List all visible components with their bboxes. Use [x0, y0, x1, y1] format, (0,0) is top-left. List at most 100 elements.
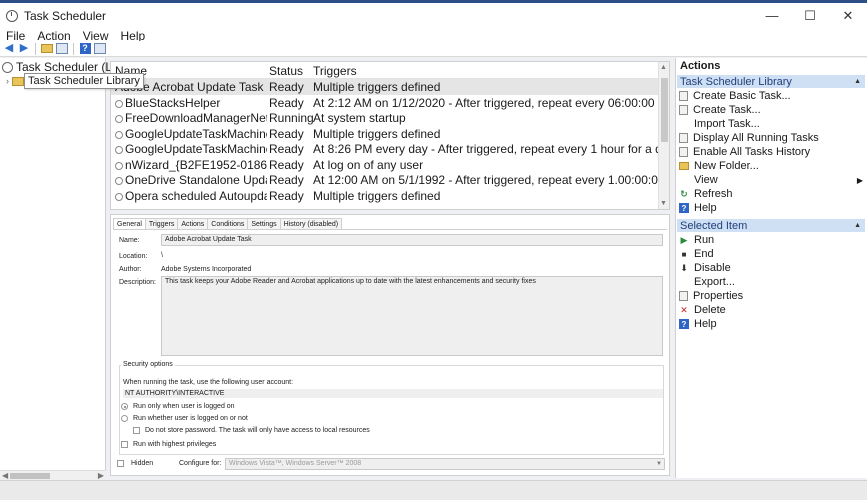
scroll-left-icon[interactable]: ◀: [2, 471, 8, 480]
table-row[interactable]: OneDrive Standalone Update ... Ready At …: [111, 172, 659, 188]
column-header-status[interactable]: Status: [269, 64, 303, 78]
scroll-thumb[interactable]: [10, 473, 50, 479]
table-row[interactable]: nWizard_{B2FE1952-0186-46C... Ready At l…: [111, 157, 659, 173]
action-label: Export...: [694, 276, 735, 288]
action-properties[interactable]: Properties: [679, 289, 743, 303]
action-pane-icon: [94, 43, 106, 54]
tab-settings[interactable]: Settings: [247, 218, 281, 229]
description-label: Description:: [119, 279, 156, 286]
clock-icon: [2, 61, 13, 73]
toolbar-separator: [35, 42, 36, 55]
run-logged-on-radio[interactable]: [121, 403, 128, 410]
action-label: New Folder...: [694, 160, 759, 172]
help-icon: ?: [679, 203, 689, 213]
scroll-up-icon[interactable]: ▲: [660, 64, 667, 71]
security-options-title: Security options: [121, 361, 175, 368]
section-label: Task Scheduler Library: [680, 75, 792, 88]
up-folder-button[interactable]: [41, 43, 53, 55]
window-controls: — ☐ ✕: [753, 3, 867, 28]
toolbar: ◀ ▶ ?: [0, 41, 867, 57]
location-value: \: [161, 252, 163, 259]
tree-item-task-scheduler-library[interactable]: ›: [6, 76, 24, 86]
tab-history[interactable]: History (disabled): [279, 218, 343, 229]
table-row[interactable]: Adobe Acrobat Update Task Ready Multiple…: [111, 79, 659, 95]
scroll-down-icon[interactable]: ▼: [660, 200, 667, 207]
action-label: Display All Running Tasks: [693, 132, 819, 144]
section-task-scheduler-library[interactable]: Task Scheduler Library ▲: [677, 75, 865, 88]
create-basic-task-icon: [679, 91, 688, 101]
action-create-task[interactable]: Create Task...: [679, 103, 761, 117]
action-label: Properties: [693, 290, 744, 302]
action-refresh[interactable]: ↻ Refresh: [679, 187, 732, 201]
configure-for-select[interactable]: Windows Vista™, Windows Server™ 2008 ▼: [225, 458, 665, 470]
task-clock-icon: [115, 161, 123, 170]
task-status: Ready: [269, 126, 304, 141]
section-selected-item[interactable]: Selected Item ▲: [677, 219, 865, 232]
action-label: Create Task...: [693, 104, 761, 116]
column-header-triggers[interactable]: Triggers: [313, 64, 357, 78]
action-disable[interactable]: ⬇ Disable: [679, 261, 730, 275]
tab-general[interactable]: General: [113, 218, 146, 229]
action-help[interactable]: ? Help: [679, 201, 717, 215]
name-field[interactable]: Adobe Acrobat Update Task: [161, 234, 663, 246]
collapse-caret-icon[interactable]: ▲: [854, 78, 861, 85]
run-whether-label: Run whether user is logged on or not: [133, 415, 248, 422]
console-tree-icon: [56, 43, 68, 54]
table-row[interactable]: GoogleUpdateTaskMachineUA Ready At 8:26 …: [111, 141, 659, 157]
create-task-icon: [679, 105, 688, 115]
run-whether-radio[interactable]: [121, 415, 128, 422]
task-clock-icon: [115, 192, 123, 201]
action-export[interactable]: Export...: [679, 275, 735, 289]
action-run[interactable]: ▶ Run: [679, 233, 715, 247]
maximize-button[interactable]: ☐: [791, 3, 829, 28]
action-display-running-tasks[interactable]: Display All Running Tasks: [679, 131, 819, 145]
task-triggers: At system startup: [313, 111, 406, 125]
task-name: GoogleUpdateTaskMachineCore: [125, 126, 267, 141]
action-label: View: [694, 174, 718, 186]
description-field[interactable]: This task keeps your Adobe Reader and Ac…: [161, 276, 663, 356]
help-button[interactable]: ?: [79, 43, 91, 55]
expand-arrow-icon[interactable]: ›: [6, 76, 9, 86]
task-triggers: At 12:00 AM on 5/1/1992 - After triggere…: [313, 173, 659, 187]
task-list: Name Status Triggers Adobe Acrobat Updat…: [110, 61, 670, 210]
action-new-folder[interactable]: New Folder...: [679, 159, 759, 173]
library-folder-icon: [12, 76, 24, 86]
no-store-password-checkbox[interactable]: [133, 427, 140, 434]
action-help-selected[interactable]: ? Help: [679, 317, 717, 331]
tab-actions[interactable]: Actions: [177, 218, 209, 229]
action-create-basic-task[interactable]: Create Basic Task...: [679, 89, 791, 103]
task-list-vertical-scrollbar[interactable]: ▲ ▼: [658, 62, 669, 209]
highest-privileges-checkbox[interactable]: [121, 441, 128, 448]
task-name: BlueStacksHelper: [125, 95, 221, 110]
tab-divider: [113, 229, 667, 230]
action-view[interactable]: View ▶: [679, 173, 863, 187]
action-pane-button[interactable]: [94, 43, 106, 55]
run-icon: ▶: [680, 234, 688, 245]
section-label: Selected Item: [680, 219, 748, 232]
tab-triggers[interactable]: Triggers: [144, 218, 179, 229]
action-end[interactable]: ■ End: [679, 247, 714, 261]
scroll-thumb[interactable]: [661, 78, 668, 142]
action-enable-tasks-history[interactable]: Enable All Tasks History: [679, 145, 810, 159]
task-clock-icon: [115, 177, 123, 185]
forward-arrow-icon[interactable]: ▶: [18, 43, 30, 55]
back-arrow-icon[interactable]: ◀: [3, 43, 15, 55]
action-delete[interactable]: ✕ Delete: [679, 303, 726, 317]
task-triggers: Multiple triggers defined: [313, 188, 441, 203]
table-row[interactable]: BlueStacksHelper Ready At 2:12 AM on 1/1…: [111, 95, 659, 111]
table-row[interactable]: FreeDownloadManagerNetwo... Running At s…: [111, 110, 659, 126]
tree-horizontal-scrollbar[interactable]: ◀ ▶: [0, 470, 106, 480]
action-import-task[interactable]: Import Task...: [679, 117, 760, 131]
table-row[interactable]: Opera scheduled Autoupdate ... Ready Mul…: [111, 188, 659, 204]
show-hide-console-tree-button[interactable]: [56, 43, 68, 55]
close-button[interactable]: ✕: [829, 3, 867, 28]
collapse-caret-icon[interactable]: ▲: [854, 222, 861, 229]
task-triggers: Multiple triggers defined: [313, 80, 441, 94]
minimize-button[interactable]: —: [753, 3, 791, 28]
tab-conditions[interactable]: Conditions: [207, 218, 249, 229]
hidden-checkbox[interactable]: [117, 460, 124, 467]
task-name: GoogleUpdateTaskMachineUA: [125, 142, 267, 156]
table-row[interactable]: GoogleUpdateTaskMachineCore Ready Multip…: [111, 126, 659, 142]
scroll-right-icon[interactable]: ▶: [98, 471, 104, 480]
task-list-header: Name Status Triggers: [111, 62, 669, 79]
